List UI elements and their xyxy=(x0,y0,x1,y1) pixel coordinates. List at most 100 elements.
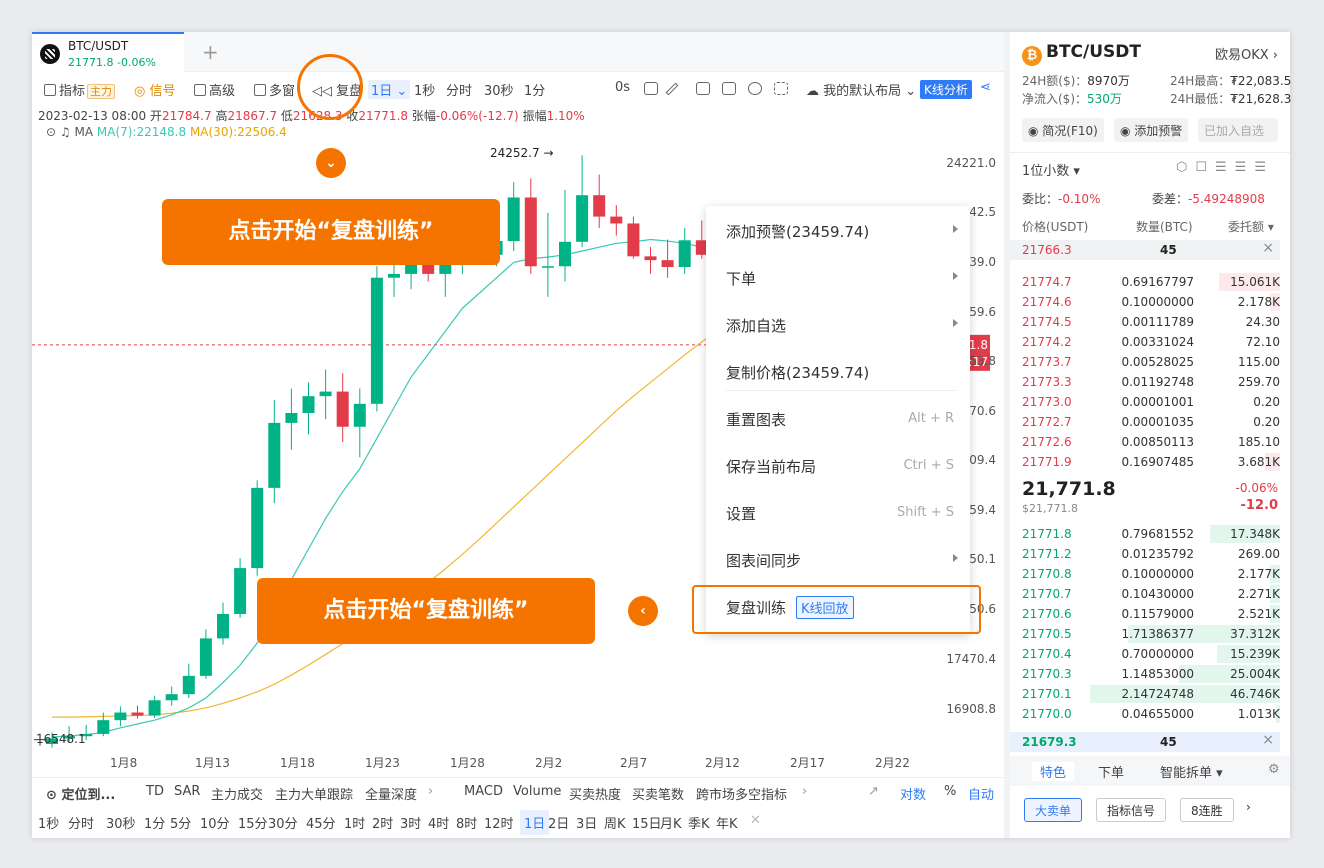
interval-option[interactable]: 月K xyxy=(660,813,682,832)
interval-option[interactable]: 2日 xyxy=(548,813,569,832)
quick-interval-1s[interactable]: 1秒 xyxy=(414,80,435,99)
interval-select[interactable]: 1日 ⌄ xyxy=(368,80,411,99)
orderbook-row[interactable]: 21774.5 0.00111789 24.30 xyxy=(1010,312,1280,332)
orderbook-row[interactable]: 21774.2 0.00331024 72.10 xyxy=(1010,332,1280,352)
multi-window-button[interactable]: 多窗 xyxy=(254,80,295,99)
indicator-full-depth[interactable]: 全量深度 xyxy=(365,784,417,803)
interval-option[interactable]: 8时 xyxy=(456,813,477,832)
interval-option[interactable]: 3日 xyxy=(576,813,597,832)
interval-option[interactable]: 45分 xyxy=(306,813,336,832)
chevron-right-icon[interactable]: › xyxy=(428,784,433,799)
indicator-big-orders[interactable]: 主力大单跟踪 xyxy=(275,784,353,803)
camera-icon[interactable] xyxy=(644,82,658,95)
fullscreen-icon[interactable] xyxy=(774,82,788,95)
orderbook-row[interactable]: 21770.4 0.70000000 15.239K xyxy=(1010,644,1280,664)
indicator-volume[interactable]: Volume xyxy=(513,784,561,799)
tab-btc-usdt[interactable]: BTC/USDT 21771.8 -0.06% xyxy=(32,32,184,72)
interval-option[interactable]: 周K xyxy=(604,813,626,832)
chip-win-streak[interactable]: 8连胜 xyxy=(1180,798,1234,822)
indicator-sar[interactable]: SAR xyxy=(174,784,200,799)
gear-icon[interactable]: ⚙ xyxy=(1268,762,1280,777)
orderbook-row[interactable]: 21770.1 2.14724748 46.746K xyxy=(1010,684,1280,704)
pencil-icon[interactable] xyxy=(665,82,679,96)
interval-option[interactable]: 30分 xyxy=(268,813,298,832)
kline-analysis-button[interactable]: K线分析 xyxy=(920,80,972,99)
chevron-right-icon[interactable]: › xyxy=(802,784,807,799)
interval-option[interactable]: 1秒 xyxy=(38,813,59,832)
menu-item[interactable]: 复制价格(23459.74) xyxy=(706,349,970,395)
tab-smart-split[interactable]: 智能拆单 ▾ xyxy=(1160,762,1223,781)
interval-option[interactable]: 季K xyxy=(688,813,710,832)
tab-featured[interactable]: 特色 xyxy=(1032,762,1075,781)
orderbook-row[interactable]: 21773.7 0.00528025 115.00 xyxy=(1010,352,1280,372)
add-tab-button[interactable]: + xyxy=(202,40,219,64)
orderbook-row[interactable]: 21773.3 0.01192748 259.70 xyxy=(1010,372,1280,392)
menu-item[interactable]: 重置图表 Alt + R xyxy=(706,396,970,442)
close-icon[interactable]: × xyxy=(1262,732,1274,748)
crop-icon[interactable] xyxy=(696,82,710,95)
orderbook-row[interactable]: 21770.7 0.10430000 2.271K xyxy=(1010,584,1280,604)
orderbook-row[interactable]: 21770.3 1.14853000 25.004K xyxy=(1010,664,1280,684)
interval-option[interactable]: 3时 xyxy=(400,813,421,832)
orderbook-row[interactable]: 21770.0 0.04655000 1.013K xyxy=(1010,704,1280,724)
tab-order[interactable]: 下单 xyxy=(1098,762,1124,781)
signals-button[interactable]: ◎ 信号 xyxy=(134,80,176,99)
orderbook-view-icons[interactable]: ⬡☐☰☰☰ xyxy=(1176,160,1274,175)
interval-option[interactable]: 4时 xyxy=(428,813,449,832)
orderbook-row[interactable]: 21774.6 0.10000000 2.178K xyxy=(1010,292,1280,312)
overview-button[interactable]: ◉ 简况(F10) xyxy=(1022,118,1104,142)
indicator-macd[interactable]: MACD xyxy=(464,784,503,799)
quick-interval-1m[interactable]: 1分 xyxy=(524,80,545,99)
interval-option[interactable]: 15日 xyxy=(632,813,662,832)
auto-toggle[interactable]: 自动 xyxy=(968,784,994,803)
interval-option[interactable]: 15分 xyxy=(238,813,268,832)
interval-option[interactable]: 30秒 xyxy=(106,813,136,832)
added-watchlist-button[interactable]: 已加入自选 xyxy=(1198,118,1278,142)
interval-option[interactable]: 1时 xyxy=(344,813,365,832)
advanced-button[interactable]: 高级 xyxy=(194,80,235,99)
orderbook-row[interactable]: 21772.6 0.00850113 185.10 xyxy=(1010,432,1280,452)
chip-indicator-signal[interactable]: 指标信号 xyxy=(1096,798,1167,822)
orderbook-row[interactable]: 21771.2 0.01235792 269.00 xyxy=(1010,544,1280,564)
orderbook-row[interactable]: 21774.7 0.69167797 15.061K xyxy=(1010,272,1280,292)
layout-select[interactable]: ☁ 我的默认布局 ⌄ xyxy=(806,80,916,99)
orderbook-row[interactable]: 21770.8 0.10000000 2.177K xyxy=(1010,564,1280,584)
add-alert-button[interactable]: ◉ 添加预警 xyxy=(1114,118,1189,142)
log-scale-toggle[interactable]: 对数 xyxy=(900,784,926,803)
indicator-main-trades[interactable]: 主力成交 xyxy=(211,784,263,803)
indicator-td[interactable]: TD xyxy=(146,784,164,799)
indicator-heat[interactable]: 买卖热度 xyxy=(569,784,621,803)
locate-button[interactable]: ⊙ 定位到... xyxy=(46,784,115,803)
orderbook-row[interactable]: 21772.7 0.00001035 0.20 xyxy=(1010,412,1280,432)
bell-icon[interactable]: ♫ xyxy=(60,125,71,139)
menu-item[interactable]: 图表间同步 xyxy=(706,537,970,583)
menu-item[interactable]: 下单 xyxy=(706,255,970,301)
calculator-icon[interactable] xyxy=(722,82,736,95)
decimals-select[interactable]: 1位小数 ▾ xyxy=(1022,160,1080,179)
chevron-right-icon[interactable]: › xyxy=(1246,798,1251,822)
gear-icon[interactable] xyxy=(748,82,762,95)
menu-item[interactable]: 添加自选 xyxy=(706,302,970,348)
menu-item[interactable]: 设置 Shift + S xyxy=(706,490,970,536)
interval-option[interactable]: 1分 xyxy=(144,813,165,832)
interval-option[interactable]: 分时 xyxy=(68,813,94,832)
quick-interval-30s[interactable]: 30秒 xyxy=(484,80,514,99)
orderbook-row[interactable]: 21770.6 0.11579000 2.521K xyxy=(1010,604,1280,624)
interval-option[interactable]: 10分 xyxy=(200,813,230,832)
orderbook-row[interactable]: 21770.5 1.71386377 37.312K xyxy=(1010,624,1280,644)
indicator-trade-count[interactable]: 买卖笔数 xyxy=(632,784,684,803)
chip-big-sell[interactable]: 大卖单 xyxy=(1024,798,1083,822)
collapse-icon[interactable]: ⊙ xyxy=(46,125,56,139)
indicator-cross-market[interactable]: 跨市场多空指标 xyxy=(696,784,787,803)
quick-interval-timeshare[interactable]: 分时 xyxy=(446,80,472,99)
share-icon[interactable]: ⋖ xyxy=(980,80,991,95)
interval-option[interactable]: 5分 xyxy=(170,813,191,832)
orderbook-row[interactable]: 21771.9 0.16907485 3.681K xyxy=(1010,452,1280,472)
interval-option[interactable]: 年K xyxy=(716,813,738,832)
interval-option[interactable]: 1日 xyxy=(520,810,550,835)
interval-option[interactable]: 2时 xyxy=(372,813,393,832)
expand-icon[interactable]: ↗ xyxy=(868,784,879,799)
exchange-link[interactable]: 欧易OKX › xyxy=(1215,44,1278,63)
header-total[interactable]: 委托额 ▾ xyxy=(1228,218,1274,235)
close-icon[interactable]: × xyxy=(1262,240,1274,256)
